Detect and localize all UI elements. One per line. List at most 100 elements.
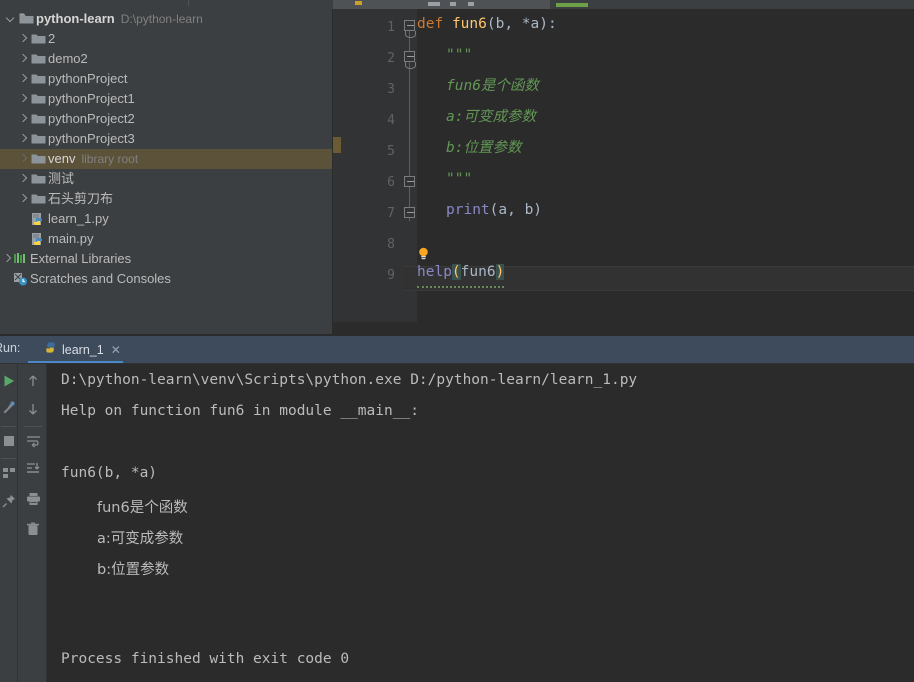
- toolbar-separator: [188, 0, 189, 6]
- tree-item-main-py[interactable]: main.py: [0, 229, 332, 249]
- token-argument-fun6: fun6: [460, 264, 496, 280]
- inspection-ok-indicator: [556, 3, 588, 7]
- tree-item-ceshi[interactable]: 测试: [0, 169, 332, 189]
- trash-icon[interactable]: [26, 522, 40, 536]
- code-line-9: help(fun6): [417, 257, 505, 288]
- token-builtin-help: help: [417, 264, 452, 280]
- chevron-right-icon[interactable]: [16, 169, 30, 189]
- folder-icon: [18, 9, 36, 29]
- rail-divider: [1, 458, 16, 459]
- toolbar-icon-b[interactable]: [450, 2, 456, 6]
- toolbar-icon-c[interactable]: [468, 2, 474, 6]
- fold-marker-docstring-start[interactable]: [404, 51, 415, 62]
- python-file-icon: [30, 229, 48, 249]
- chevron-right-icon[interactable]: [16, 109, 30, 129]
- tree-item-pythonproject2[interactable]: pythonProject2: [0, 109, 332, 129]
- console-line-help-header: Help on function fun6 in module __main__…: [61, 403, 419, 419]
- code-line-7: print(a, b): [417, 195, 542, 226]
- token-signature: (b, *a):: [486, 16, 557, 32]
- chevron-right-icon[interactable]: [16, 29, 30, 49]
- layout-icon[interactable]: [2, 466, 16, 480]
- folder-icon: [30, 109, 48, 129]
- tree-item-shitoujiandaobu[interactable]: 石头剪刀布: [0, 189, 332, 209]
- toolbar-strip: [0, 0, 914, 9]
- python-file-icon: [30, 209, 48, 229]
- tree-item-pythonproject1[interactable]: pythonProject1: [0, 89, 332, 109]
- tree-item-label: pythonProject1: [48, 91, 135, 106]
- tree-item-external-libraries[interactable]: External Libraries: [0, 249, 332, 269]
- print-icon[interactable]: [26, 492, 40, 506]
- scroll-to-end-icon[interactable]: [26, 462, 40, 476]
- tree-item-venv[interactable]: venv library root: [0, 149, 332, 169]
- chevron-down-icon[interactable]: [4, 9, 18, 29]
- line-number: 9: [387, 268, 395, 283]
- project-tree[interactable]: python-learn D:\python-learn 2 demo2 pyt…: [0, 9, 332, 289]
- line-number: 8: [387, 237, 395, 252]
- tree-item-label: 测试: [48, 171, 75, 186]
- token-docstring-text: a:可变成参数: [446, 109, 536, 125]
- arrow-down-icon[interactable]: [26, 402, 40, 416]
- folder-icon: [30, 69, 48, 89]
- tree-item-label: demo2: [48, 51, 88, 66]
- token-docstring-quote: """: [446, 47, 473, 63]
- tree-item-label: venv: [48, 151, 76, 166]
- line-number: 5: [387, 144, 395, 159]
- token-docstring-quote: """: [446, 171, 473, 187]
- code-editor[interactable]: 1 2 3 4 5 6 7 8 9 def fun6(b, *a): """ f…: [333, 9, 914, 322]
- close-icon[interactable]: ✕: [111, 343, 121, 357]
- tree-item-learn-1-py[interactable]: learn_1.py: [0, 209, 332, 229]
- run-tab-label: learn_1: [62, 343, 104, 357]
- fold-marker-docstring-end[interactable]: [404, 176, 415, 187]
- chevron-right-icon[interactable]: [16, 89, 30, 109]
- tree-item-label: Scratches and Consoles: [30, 271, 171, 286]
- run-actions-rail[interactable]: [0, 364, 18, 682]
- toolbar-icon-a[interactable]: [428, 2, 440, 6]
- run-tab-learn-1[interactable]: learn_1 ✕: [36, 336, 129, 364]
- chevron-right-icon[interactable]: [16, 189, 30, 209]
- tree-item-pythonproject3[interactable]: pythonProject3: [0, 129, 332, 149]
- chevron-right-icon[interactable]: [0, 249, 12, 269]
- tree-item-label: pythonProject3: [48, 131, 135, 146]
- folder-icon: [30, 89, 48, 109]
- tree-item-label: main.py: [48, 231, 94, 246]
- folder-icon: [30, 169, 48, 189]
- editor-gutter[interactable]: 1 2 3 4 5 6 7 8 9: [341, 9, 403, 322]
- chevron-right-icon[interactable]: [16, 69, 30, 89]
- folder-icon: [30, 129, 48, 149]
- code-line-3: fun6是个函数: [417, 71, 539, 102]
- token-function-name: fun6: [451, 16, 487, 32]
- python-file-icon: [44, 341, 57, 359]
- warning-icon: [355, 1, 362, 5]
- soft-wrap-icon[interactable]: [26, 434, 40, 448]
- tree-item-pythonproject[interactable]: pythonProject: [0, 69, 332, 89]
- editor-tab-active[interactable]: [333, 0, 420, 9]
- project-tool-window[interactable]: python-learn D:\python-learn 2 demo2 pyt…: [0, 9, 332, 334]
- arrow-up-icon[interactable]: [26, 374, 40, 388]
- fold-marker-body-end[interactable]: [404, 207, 415, 218]
- run-console-output[interactable]: D:\python-learn\venv\Scripts\python.exe …: [47, 364, 914, 682]
- tree-root-python-learn[interactable]: python-learn D:\python-learn: [0, 9, 332, 29]
- chevron-right-icon[interactable]: [16, 129, 30, 149]
- debug-icon[interactable]: [2, 401, 16, 415]
- line-number: 7: [387, 206, 395, 221]
- code-line-6: """: [417, 164, 472, 195]
- tree-item-label: External Libraries: [30, 251, 132, 266]
- console-line-doc-3: b:位置参数: [97, 562, 170, 578]
- fold-marker-def[interactable]: [404, 20, 415, 31]
- tree-item-demo2[interactable]: demo2: [0, 49, 332, 69]
- editor-text[interactable]: def fun6(b, *a): """ fun6是个函数 a:可变成参数 b:…: [417, 9, 914, 322]
- console-line-doc-2: a:可变成参数: [97, 531, 184, 547]
- chevron-right-icon[interactable]: [16, 149, 30, 169]
- tree-item-label: pythonProject: [48, 71, 128, 86]
- console-line-exit-status: Process finished with exit code 0: [61, 651, 350, 667]
- run-icon[interactable]: [2, 374, 16, 388]
- console-actions-rail[interactable]: [18, 364, 47, 682]
- chevron-right-icon[interactable]: [16, 49, 30, 69]
- line-number: 3: [387, 82, 395, 97]
- tree-item-2[interactable]: 2: [0, 29, 332, 49]
- tree-root-path: D:\python-learn: [120, 12, 203, 26]
- pin-icon[interactable]: [2, 494, 16, 508]
- tree-item-scratches-and-consoles[interactable]: Scratches and Consoles: [0, 269, 332, 289]
- stop-icon[interactable]: [2, 434, 16, 448]
